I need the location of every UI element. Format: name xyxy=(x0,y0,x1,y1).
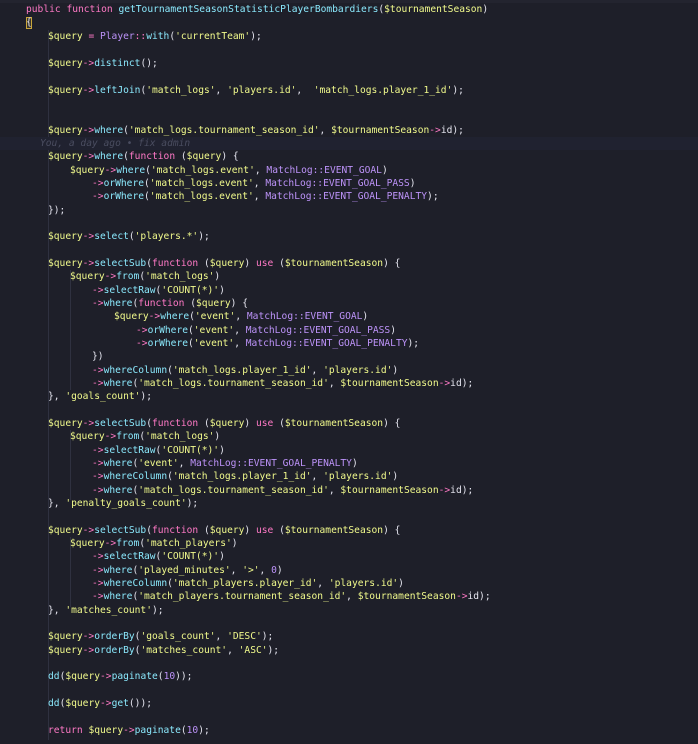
code-line[interactable]: $query->distinct(); xyxy=(0,57,698,70)
code-line[interactable]: return $query->paginate(10); xyxy=(0,724,698,737)
code-line[interactable]: ->selectRaw('COUNT(*)') xyxy=(0,284,698,297)
git-blame-line: You, a day ago • fix admin xyxy=(0,137,698,150)
code-line[interactable]: ->where('event', MatchLog::EVENT_GOAL_PE… xyxy=(0,457,698,470)
code-line[interactable]: $query->from('match_players') xyxy=(0,537,698,550)
code-line[interactable]: }, 'penalty_goals_count'); xyxy=(0,497,698,510)
code-line[interactable]: ->orWhere('match_logs.event', MatchLog::… xyxy=(0,177,698,190)
code-line[interactable]: $query = Player::with('currentTeam'); xyxy=(0,30,698,43)
code-line[interactable]: { xyxy=(0,16,698,29)
code-line[interactable]: ->whereColumn('match_players.player_id',… xyxy=(0,577,698,590)
code-line[interactable]: }) xyxy=(0,350,698,363)
code-line[interactable]: ->where('match_players.tournament_season… xyxy=(0,590,698,603)
code-line[interactable]: ->orWhere('event', MatchLog::EVENT_GOAL_… xyxy=(0,324,698,337)
code-line[interactable]: ->where('match_logs.tournament_season_id… xyxy=(0,484,698,497)
code-line[interactable]: $query->selectSub(function ($query) use … xyxy=(0,524,698,537)
code-line[interactable]: $query->where('match_logs.event', MatchL… xyxy=(0,164,698,177)
code-line[interactable]: ->whereColumn('match_logs.player_1_id', … xyxy=(0,470,698,483)
code-line[interactable]: public function getTournamentSeasonStati… xyxy=(0,3,698,16)
code-line[interactable]: $query->orderBy('goals_count', 'DESC'); xyxy=(0,630,698,643)
code-line[interactable]: dd($query->paginate(10)); xyxy=(0,670,698,683)
code-line[interactable]: $query->from('match_logs') xyxy=(0,430,698,443)
code-line[interactable]: ->orWhere('event', MatchLog::EVENT_GOAL_… xyxy=(0,337,698,350)
code-line[interactable]: }, 'goals_count'); xyxy=(0,390,698,403)
code-line[interactable]: ->where('match_logs.tournament_season_id… xyxy=(0,377,698,390)
code-line[interactable]: $query->where(function ($query) { xyxy=(0,150,698,163)
code-line[interactable]: $query->from('match_logs') xyxy=(0,270,698,283)
code-line[interactable]: $query->selectSub(function ($query) use … xyxy=(0,417,698,430)
git-blame-annotation: You, a day ago • fix admin xyxy=(40,138,191,149)
code-line[interactable]: ->whereColumn('match_logs.player_1_id', … xyxy=(0,364,698,377)
code-line[interactable]: ->selectRaw('COUNT(*)') xyxy=(0,550,698,563)
code-line[interactable]: }, 'matches_count'); xyxy=(0,604,698,617)
code-editor[interactable]: You, a day ago • fix admin public functi… xyxy=(0,0,698,744)
code-line[interactable]: }); xyxy=(0,204,698,217)
code-line[interactable]: $query->select('players.*'); xyxy=(0,230,698,243)
code-line[interactable]: dd($query->get()); xyxy=(0,697,698,710)
code-line[interactable]: $query->leftJoin('match_logs', 'players.… xyxy=(0,84,698,97)
code-line[interactable]: $query->orderBy('matches_count', 'ASC'); xyxy=(0,644,698,657)
code-line[interactable]: $query->where('event', MatchLog::EVENT_G… xyxy=(0,310,698,323)
code-line[interactable]: ->where('played_minutes', '>', 0) xyxy=(0,564,698,577)
code-line[interactable]: ->orWhere('match_logs.event', MatchLog::… xyxy=(0,190,698,203)
code-line[interactable]: $query->where('match_logs.tournament_sea… xyxy=(0,124,698,137)
code-line[interactable]: $query->selectSub(function ($query) use … xyxy=(0,257,698,270)
code-line[interactable]: ->selectRaw('COUNT(*)') xyxy=(0,444,698,457)
code-line[interactable]: ->where(function ($query) { xyxy=(0,297,698,310)
